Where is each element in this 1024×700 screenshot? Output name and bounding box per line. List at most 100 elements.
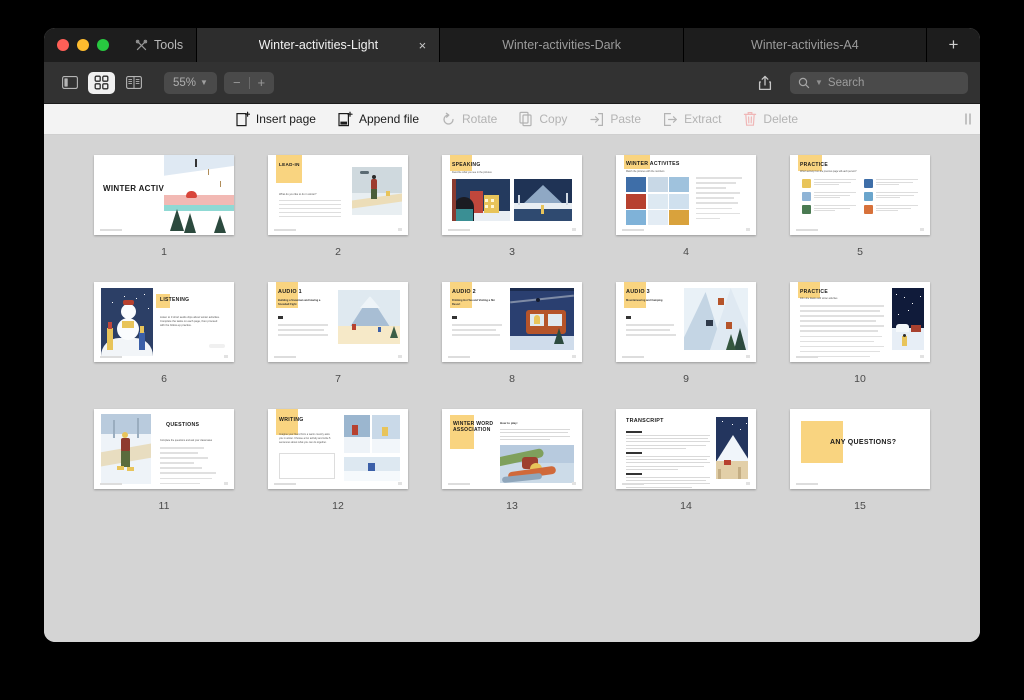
maximize-window-button[interactable] (97, 39, 109, 51)
thumbnail-wrapper[interactable]: LEAD-IN What do you like to do in winter… (264, 153, 412, 237)
village-illustration (452, 179, 510, 221)
page-number: 7 (335, 373, 341, 385)
mountain-night-illustration (716, 417, 748, 479)
page-number: 9 (683, 373, 689, 385)
page-thumbnail-1[interactable]: WINTER ACTIVITIES (94, 155, 234, 235)
insert-page-icon (236, 111, 250, 127)
close-window-button[interactable] (57, 39, 69, 51)
thumbnail-wrapper[interactable]: TRANSCRIPT (612, 407, 760, 491)
question-lines (160, 447, 222, 488)
tab-winter-activities-light[interactable]: Winter-activities-Light × (196, 28, 440, 62)
toolbar-resize-grip[interactable] (965, 113, 971, 125)
zoom-out-button[interactable]: − (233, 75, 241, 90)
activity-list (696, 177, 744, 223)
page-thumbnail-9[interactable]: AUDIO 3 Mountaineering and Camping (616, 282, 756, 362)
page-thumbnail-11[interactable]: QUESTIONS Complete the questions and ask… (94, 409, 234, 489)
page-cell-5[interactable]: PRACTICE Which activity from the previou… (773, 153, 947, 280)
thumbnail-wrapper[interactable]: AUDIO 2 Drinking Hot Tea and Visiting a … (438, 280, 586, 364)
page-cell-4[interactable]: WINTER ACTIVITES Match the pictures with… (599, 153, 773, 280)
rotate-button[interactable]: Rotate (441, 112, 497, 127)
delete-button[interactable]: Delete (743, 111, 798, 127)
zoom-level-value: 55% (173, 76, 197, 89)
share-button[interactable] (752, 72, 778, 94)
minimize-window-button[interactable] (77, 39, 89, 51)
page-cell-13[interactable]: WINTER WORD ASSOCIATION How to play: 13 (425, 407, 599, 534)
thumbnail-wrapper[interactable]: PRACTICE Fill in the blanks with winter … (786, 280, 934, 364)
search-input[interactable]: ▼ Search (790, 71, 968, 94)
slide-subtitle: Building a Snowman and Having a Snowball… (278, 299, 321, 306)
zoom-in-button[interactable]: + (258, 75, 266, 90)
sidebar-view-button[interactable] (56, 72, 83, 94)
fill-blank-lines (800, 305, 886, 361)
append-file-button[interactable]: Append file (338, 111, 419, 127)
thumbnail-wrapper[interactable]: WRITING Imagine your friend from a warm … (264, 407, 412, 491)
page-thumbnail-7[interactable]: AUDIO 1 Building a Snowman and Having a … (268, 282, 408, 362)
new-tab-button[interactable]: + (926, 28, 980, 62)
slide-title: PRACTICE (800, 162, 828, 168)
page-cell-14[interactable]: TRANSCRIPT 14 (599, 407, 773, 534)
page-thumbnail-3[interactable]: SPEAKING Describe what you see in the pi… (442, 155, 582, 235)
page-thumbnail-2[interactable]: LEAD-IN What do you like to do in winter… (268, 155, 408, 235)
skier-illustration (101, 414, 151, 484)
insert-page-button[interactable]: Insert page (236, 111, 316, 127)
slide-title: ANY QUESTIONS? (830, 439, 897, 446)
page-thumbnail-10[interactable]: PRACTICE Fill in the blanks with winter … (790, 282, 930, 362)
page-cell-7[interactable]: AUDIO 1 Building a Snowman and Having a … (251, 280, 425, 407)
tab-winter-activities-dark[interactable]: Winter-activities-Dark (439, 28, 682, 62)
slide-subtitle: Mountaineering and Camping (626, 299, 663, 302)
page-thumbnail-6[interactable]: LISTENING Listen to 3 short audio clips … (94, 282, 234, 362)
page-cell-2[interactable]: LEAD-IN What do you like to do in winter… (251, 153, 425, 280)
slide-subtitle: Drinking Hot Tea and Visiting a Ski Reso… (452, 299, 495, 306)
thumbnail-wrapper[interactable]: ANY QUESTIONS? (786, 407, 934, 491)
thumbnail-wrapper[interactable]: WINTER ACTIVITIES (90, 153, 238, 237)
thumbnail-wrapper[interactable]: WINTER ACTIVITES Match the pictures with… (612, 153, 760, 237)
thumbnail-wrapper[interactable]: PRACTICE Which activity from the previou… (786, 153, 934, 237)
page-cell-11[interactable]: QUESTIONS Complete the questions and ask… (77, 407, 251, 534)
question-lines (452, 324, 504, 339)
night-illustration (892, 288, 924, 350)
tab-winter-activities-a4[interactable]: Winter-activities-A4 (682, 28, 926, 62)
page-number: 14 (680, 500, 692, 512)
thumbnail-wrapper[interactable]: AUDIO 1 Building a Snowman and Having a … (264, 280, 412, 364)
zoom-level-dropdown[interactable]: 55% ▼ (164, 71, 217, 94)
slide-title: AUDIO 1 (278, 289, 302, 295)
close-tab-icon[interactable]: × (415, 38, 429, 52)
two-page-view-button[interactable] (120, 72, 147, 94)
page-cell-10[interactable]: PRACTICE Fill in the blanks with winter … (773, 280, 947, 407)
page-cell-12[interactable]: WRITING Imagine your friend from a warm … (251, 407, 425, 534)
page-cell-3[interactable]: SPEAKING Describe what you see in the pi… (425, 153, 599, 280)
page-cell-1[interactable]: WINTER ACTIVITIES 1 (77, 153, 251, 280)
page-thumbnail-14[interactable]: TRANSCRIPT (616, 409, 756, 489)
thumbnail-wrapper[interactable]: AUDIO 3 Mountaineering and Camping (612, 280, 760, 364)
search-icon (798, 77, 810, 88)
page-thumbnail-13[interactable]: WINTER WORD ASSOCIATION How to play: (442, 409, 582, 489)
page-cell-6[interactable]: LISTENING Listen to 3 short audio clips … (77, 280, 251, 407)
thumbnail-wrapper[interactable]: QUESTIONS Complete the questions and ask… (90, 407, 238, 491)
nav-chip (209, 344, 225, 348)
writing-box[interactable] (279, 453, 335, 479)
thumbnail-wrapper[interactable]: LISTENING Listen to 3 short audio clips … (90, 280, 238, 364)
page-cell-8[interactable]: AUDIO 2 Drinking Hot Tea and Visiting a … (425, 280, 599, 407)
page-thumbnail-15[interactable]: ANY QUESTIONS? (790, 409, 930, 489)
page-thumbnail-4[interactable]: WINTER ACTIVITES Match the pictures with… (616, 155, 756, 235)
page-thumbnail-12[interactable]: WRITING Imagine your friend from a warm … (268, 409, 408, 489)
slide-subtitle: Complete the questions and ask your clas… (160, 439, 213, 442)
slide-subtitle: Match the pictures with the numbers (626, 170, 665, 173)
paste-button[interactable]: Paste (589, 112, 641, 127)
thumbnail-wrapper[interactable]: WINTER WORD ASSOCIATION How to play: (438, 407, 586, 491)
tools-menu-button[interactable]: Tools (122, 28, 196, 62)
slide-title: LISTENING (160, 297, 190, 303)
grid-view-button[interactable] (88, 71, 115, 94)
extract-button[interactable]: Extract (663, 112, 721, 127)
instructions-text (500, 429, 570, 442)
thumbnail-wrapper[interactable]: SPEAKING Describe what you see in the pi… (438, 153, 586, 237)
page-cell-9[interactable]: AUDIO 3 Mountaineering and Camping 9 (599, 280, 773, 407)
copy-button[interactable]: Copy (519, 111, 567, 127)
page-cell-15[interactable]: ANY QUESTIONS? 15 (773, 407, 947, 534)
page-thumbnail-canvas[interactable]: WINTER ACTIVITIES 1 LEAD-IN What do you … (44, 135, 980, 642)
copy-label: Copy (539, 112, 568, 126)
page-thumbnail-5[interactable]: PRACTICE Which activity from the previou… (790, 155, 930, 235)
tools-icon (135, 39, 148, 50)
page-thumbnail-8[interactable]: AUDIO 2 Drinking Hot Tea and Visiting a … (442, 282, 582, 362)
slide-title: AUDIO 2 (452, 289, 476, 295)
